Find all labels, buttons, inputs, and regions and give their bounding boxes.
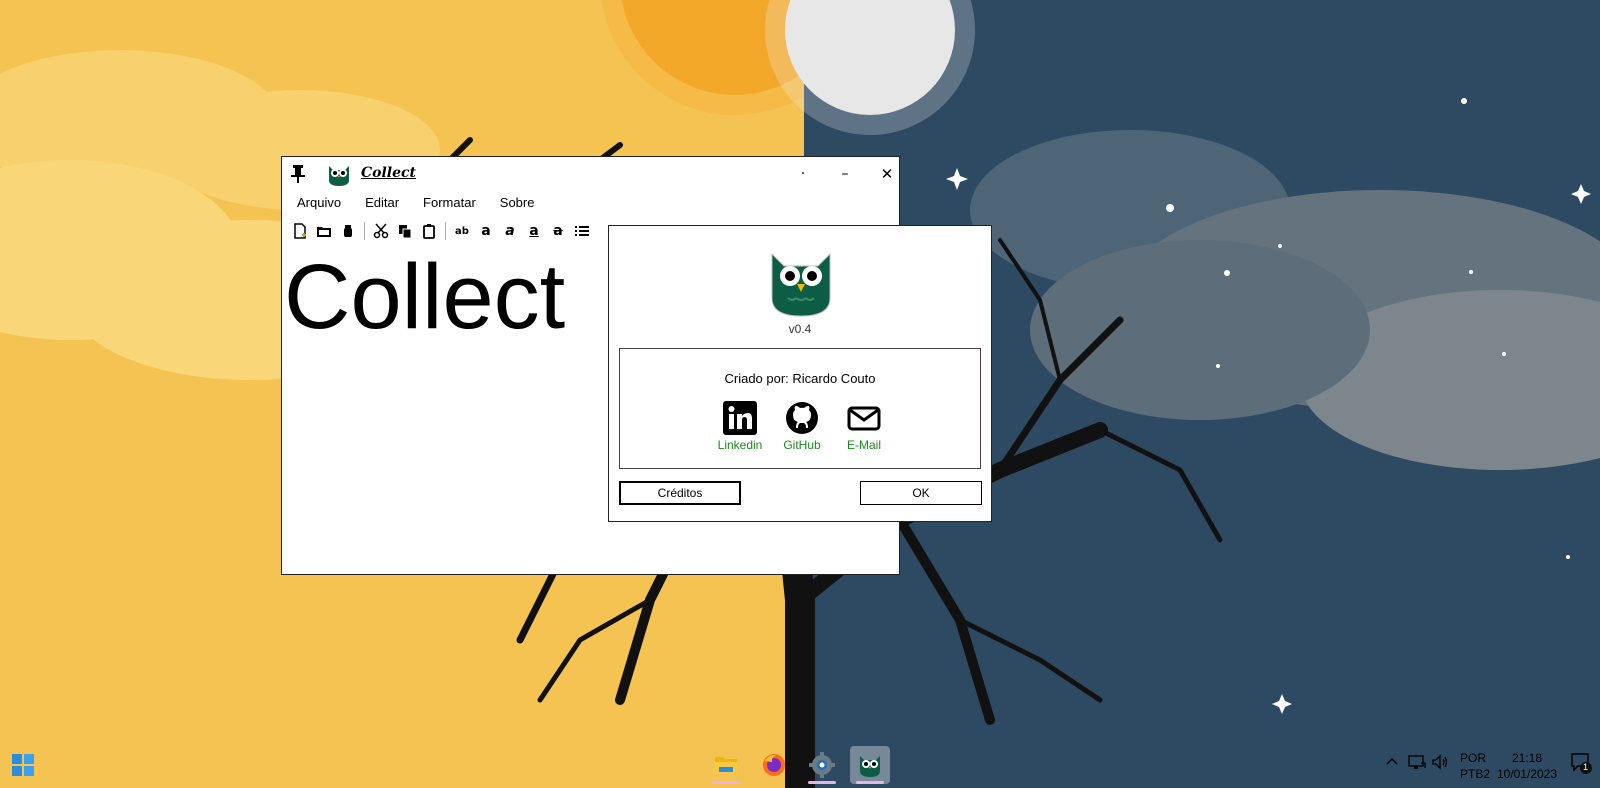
menu-sobre[interactable]: Sobre [492,193,543,215]
close-button[interactable]: ✕ [872,161,902,187]
settings-button[interactable] [802,746,842,784]
version-label: v0.4 [788,322,812,336]
bold-button[interactable]: a [474,220,498,242]
owl-logo-icon [766,246,836,318]
editor-content: Collect [284,246,566,348]
settings-icon [809,752,835,778]
menu-bar: Arquivo Editar Formatar Sobre [282,193,899,215]
mail-icon [847,406,881,431]
pin-icon[interactable] [290,164,306,184]
menu-editar[interactable]: Editar [357,193,407,215]
cut-icon[interactable] [369,220,393,242]
app-title: Collect [361,165,417,181]
extra-window-button[interactable]: · [788,161,818,187]
italic-button[interactable]: a [498,220,522,242]
folder-icon [715,757,737,774]
ok-button[interactable]: OK [860,481,982,505]
windows-start-icon[interactable] [12,754,34,776]
email-label: E-Mail [846,438,881,452]
clock-time: 21:18 [1511,751,1543,765]
running-indicator [712,781,740,784]
firefox-icon [763,754,785,776]
linkedin-link[interactable]: Linkedin [705,401,775,452]
open-file-icon[interactable] [312,220,336,242]
about-dialog: v0.4 Criado por: Ricardo Couto Linkedin … [608,225,992,522]
minimize-button[interactable]: – [830,161,860,187]
menu-arquivo[interactable]: Arquivo [289,193,349,215]
language-indicator[interactable]: POR PTB2 [1460,750,1492,782]
owl-logo-icon [326,161,352,187]
author-label: Criado por: Ricardo Couto [724,371,876,386]
github-label: GitHub [783,438,821,452]
chevron-up-icon[interactable] [1386,756,1398,771]
bullet-list-icon[interactable] [570,220,594,242]
notification-count: 1 [1583,762,1589,772]
language-code: POR [1460,751,1487,765]
paste-icon[interactable] [417,220,441,242]
collect-app-icon [860,756,880,777]
linkedin-label: Linkedin [717,438,763,452]
underline-button[interactable]: a [522,220,546,242]
volume-icon[interactable] [1432,754,1450,773]
toolbar-separator [364,222,365,240]
new-file-icon[interactable] [288,220,312,242]
clock[interactable]: 21:18 10/01/2023 [1494,750,1560,782]
github-icon [786,402,818,434]
clock-date: 10/01/2023 [1496,767,1558,781]
linkedin-icon [723,401,757,435]
running-indicator [808,781,836,784]
email-link[interactable]: E-Mail [829,401,899,452]
keyboard-layout: PTB2 [1460,767,1491,781]
network-icon[interactable] [1408,754,1426,773]
notification-icon[interactable]: 1 [1570,752,1592,774]
copy-icon[interactable] [393,220,417,242]
taskbar: POR PTB2 21:18 10/01/2023 1 [0,740,1600,788]
file-explorer-button[interactable] [706,746,746,784]
save-icon[interactable] [336,220,360,242]
running-indicator [856,781,884,784]
firefox-button[interactable] [754,746,794,784]
collect-app-button[interactable] [850,746,890,784]
credits-button[interactable]: Créditos [619,481,741,505]
github-link[interactable]: GitHub [767,401,837,452]
toolbar-separator [445,222,446,240]
menu-formatar[interactable]: Formatar [415,193,484,215]
font-style-button[interactable]: ab [450,220,474,242]
strikethrough-button[interactable]: a [546,220,570,242]
title-bar[interactable]: Collect · – ✕ [282,157,899,191]
credits-panel: Criado por: Ricardo Couto Linkedin GitHu… [619,348,981,469]
